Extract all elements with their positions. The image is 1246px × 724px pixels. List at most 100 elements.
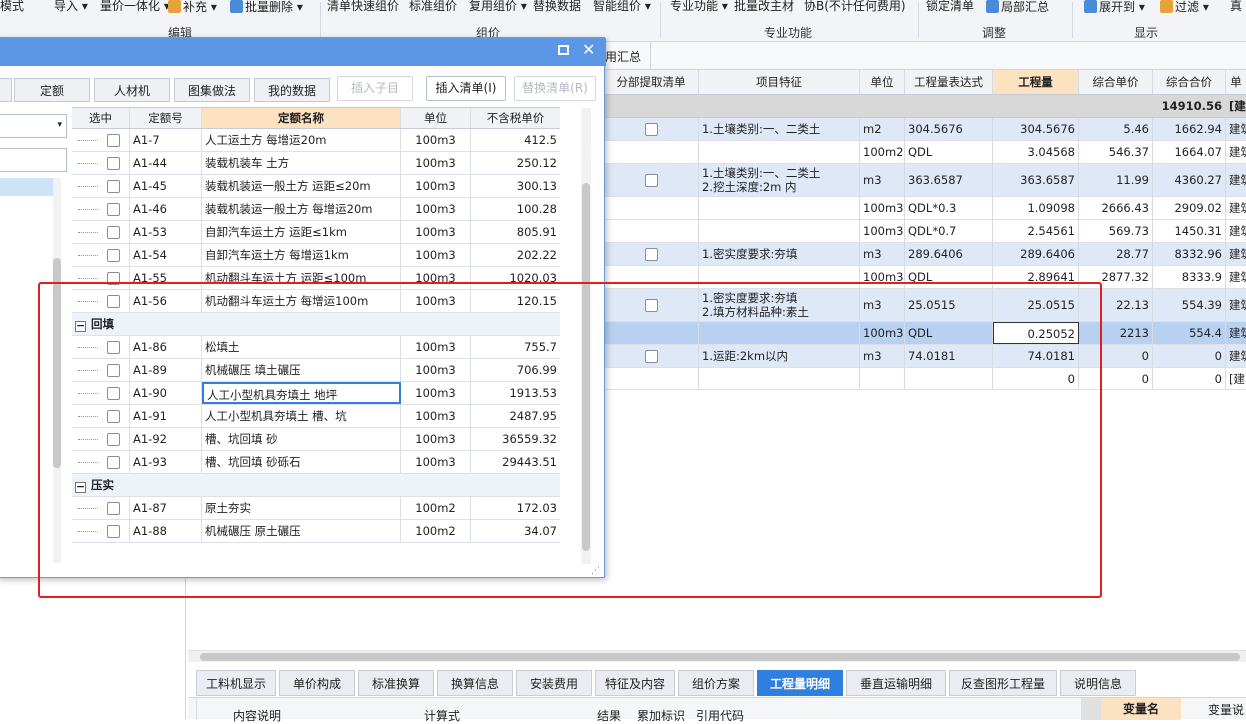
col-header-unit-price[interactable]: 综合单价 <box>1079 70 1153 94</box>
table-row[interactable]: 1.土壤类别:一、二类土 2.挖土深度:2m 内 m3 363.6587 363.658… <box>604 164 1246 197</box>
category-select[interactable]: ▾ <box>0 114 67 138</box>
group-row[interactable]: − 回填 <box>72 313 560 336</box>
tab-0[interactable]: 工料机显示 <box>196 670 276 696</box>
table-row[interactable]: 100m3QDL*0.31.090982666.432909.02建筑 <box>604 197 1246 220</box>
list-item[interactable]: A1-91 人工小型机具夯填土 槽、坑 100m3 2487.95 <box>72 405 560 428</box>
col-header-var-name[interactable]: 变量名 <box>1101 698 1181 720</box>
standard-pricing-button[interactable]: 标准组价 <box>409 0 457 12</box>
row-checkbox[interactable] <box>107 157 120 170</box>
tab-1[interactable]: 单价构成 <box>279 670 355 696</box>
col-header-price[interactable]: 不含税单价 <box>471 108 560 128</box>
name-cell[interactable]: 机动翻斗车运土方 每增运100m <box>202 290 401 312</box>
col-header-content[interactable]: 内容说明 <box>233 707 281 724</box>
dialog-title-bar[interactable]: ✕ <box>0 38 606 66</box>
expr-cell[interactable]: 304.5676 <box>905 118 993 140</box>
table-row[interactable]: 100m3QDL0.250522213554.4建筑 <box>604 322 1246 345</box>
col-header-extract[interactable]: 分部提取清单 <box>604 70 699 94</box>
expr-cell[interactable] <box>905 368 993 389</box>
row-checkbox[interactable] <box>644 174 658 187</box>
list-item[interactable]: A1-45 装载机装运一般土方 运距≤20m 100m3 300.13 <box>72 175 560 198</box>
tab-my-data[interactable]: 我的数据 <box>254 78 330 102</box>
grid-scrollbar[interactable] <box>581 108 591 564</box>
list-item[interactable]: A1-90 人工小型机具夯填土 地坪 100m3 1913.53 <box>72 382 560 405</box>
lock-list-button[interactable]: 锁定清单 <box>926 0 974 12</box>
col-header-unit[interactable]: 单位 <box>401 108 471 128</box>
row-checkbox[interactable] <box>107 387 120 400</box>
name-cell[interactable]: 装载机装运一般土方 每增运20m <box>202 198 401 220</box>
partial-summary-button[interactable]: 局部汇总 <box>986 0 1049 13</box>
more-button[interactable]: 真 <box>1230 0 1242 12</box>
supplement-button[interactable]: 补充 ▾ <box>168 0 217 13</box>
quantity-cell[interactable]: 3.04568 <box>993 141 1079 163</box>
expr-cell[interactable]: 25.0515 <box>905 289 993 321</box>
col-header-unit[interactable]: 单位 <box>860 70 905 94</box>
replace-data-button[interactable]: 替换数据 <box>533 0 581 12</box>
expr-cell[interactable]: 74.0181 <box>905 345 993 367</box>
reuse-pricing-button[interactable]: 复用组价 ▾ <box>469 0 527 12</box>
list-item[interactable]: A1-92 槽、坑回填 砂 100m3 36559.32 <box>72 428 560 451</box>
main-h-scrollbar[interactable] <box>188 650 1246 662</box>
expr-cell[interactable]: 289.6406 <box>905 243 993 265</box>
close-icon[interactable]: ✕ <box>582 40 595 59</box>
row-checkbox[interactable] <box>107 525 120 538</box>
col-header-formula[interactable]: 计算式 <box>424 707 460 724</box>
table-row[interactable]: 1.密实度要求:夯填 m3 289.6406 289.6406 28.77 8332.96… <box>604 243 1246 266</box>
name-cell[interactable]: 松填土 <box>202 336 401 358</box>
name-cell[interactable]: 机动翻斗车运土方 运距≤100m <box>202 267 401 289</box>
col-header-ref-code[interactable]: 引用代码 <box>696 707 744 724</box>
row-checkbox[interactable] <box>107 410 120 423</box>
col-header-expr[interactable]: 工程量表达式 <box>905 70 993 94</box>
quantity-cell[interactable]: 0.25052 <box>993 322 1079 344</box>
tab-4[interactable]: 安装费用 <box>516 670 592 696</box>
col-header-total[interactable]: 综合合价 <box>1153 70 1226 94</box>
quantity-cell[interactable]: 1.09098 <box>993 197 1079 219</box>
list-item[interactable]: A1-55 机动翻斗车运土方 运距≤100m 100m3 1020.03 <box>72 267 560 290</box>
row-checkbox[interactable] <box>107 249 120 262</box>
quantity-cell[interactable]: 289.6406 <box>993 243 1079 265</box>
tab-10[interactable]: 说明信息 <box>1060 670 1136 696</box>
col-header-name[interactable]: 定额名称 <box>202 108 401 128</box>
resize-grip-icon[interactable]: ⋰ <box>591 566 600 576</box>
left-scrollbar-thumb[interactable] <box>53 258 61 468</box>
expand-to-button[interactable]: 展开到 ▾ <box>1084 0 1145 13</box>
maximize-icon[interactable] <box>558 45 569 55</box>
filter-button[interactable]: 过滤 ▾ <box>1160 0 1209 13</box>
table-row[interactable]: 1.土壤类别:一、二类土 m2 304.5676 304.5676 5.46 1662.9… <box>604 118 1246 141</box>
name-cell[interactable]: 槽、坑回填 砂 <box>202 428 401 450</box>
quantity-cell[interactable]: 0 <box>993 368 1079 389</box>
row-checkbox[interactable] <box>107 272 120 285</box>
grid-scrollbar-thumb[interactable] <box>582 183 590 551</box>
row-checkbox[interactable] <box>107 364 120 377</box>
row-checkbox[interactable] <box>107 134 120 147</box>
list-item[interactable]: A1-53 自卸汽车运土方 运距≤1km 100m3 805.91 <box>72 221 560 244</box>
no-fee-button[interactable]: 协B(不计任何费用) <box>804 0 906 12</box>
col-header-code[interactable]: 定额号 <box>130 108 202 128</box>
expr-cell[interactable]: 363.6587 <box>905 164 993 196</box>
name-cell[interactable]: 自卸汽车运土方 运距≤1km <box>202 221 401 243</box>
row-checkbox[interactable] <box>107 433 120 446</box>
list-item[interactable]: A1-86 松填土 100m3 755.7 <box>72 336 560 359</box>
import-button[interactable]: 导入 ▾ <box>54 0 88 12</box>
name-cell[interactable]: 机械碾压 原土碾压 <box>202 520 401 542</box>
table-row[interactable]: 100m3QDL2.896412877.328333.9建筑 <box>604 266 1246 289</box>
row-checkbox[interactable] <box>107 502 120 515</box>
quantity-cell[interactable]: 304.5676 <box>993 118 1079 140</box>
list-item[interactable]: A1-7 人工运土方 每增运20m 100m3 412.5 <box>72 129 560 152</box>
tab-partial[interactable] <box>0 78 12 102</box>
smart-pricing-button[interactable]: 智能组价 ▾ <box>593 0 651 12</box>
row-checkbox[interactable] <box>107 180 120 193</box>
collapse-toggle-icon[interactable]: − <box>75 320 86 332</box>
quantity-cell[interactable]: 74.0181 <box>993 345 1079 367</box>
tab-8[interactable]: 垂直运输明细 <box>846 670 946 696</box>
tab-quota[interactable]: 定额 <box>14 78 90 102</box>
name-cell[interactable]: 槽、坑回填 砂砾石 <box>202 451 401 473</box>
row-checkbox[interactable] <box>107 456 120 469</box>
main-h-scrollbar-thumb[interactable] <box>200 653 1240 661</box>
table-row[interactable]: 1.运距:2km以内m374.018174.018100建筑 <box>604 345 1246 368</box>
list-item[interactable]: A1-87 原土夯实 100m2 172.03 <box>72 497 560 520</box>
batch-main-material-button[interactable]: 批量改主材 <box>734 0 794 12</box>
row-checkbox[interactable] <box>107 295 120 308</box>
name-cell[interactable]: 人工运土方 每增运20m <box>202 129 401 151</box>
row-checkbox[interactable] <box>107 341 120 354</box>
panel-splitter[interactable] <box>1081 698 1101 720</box>
